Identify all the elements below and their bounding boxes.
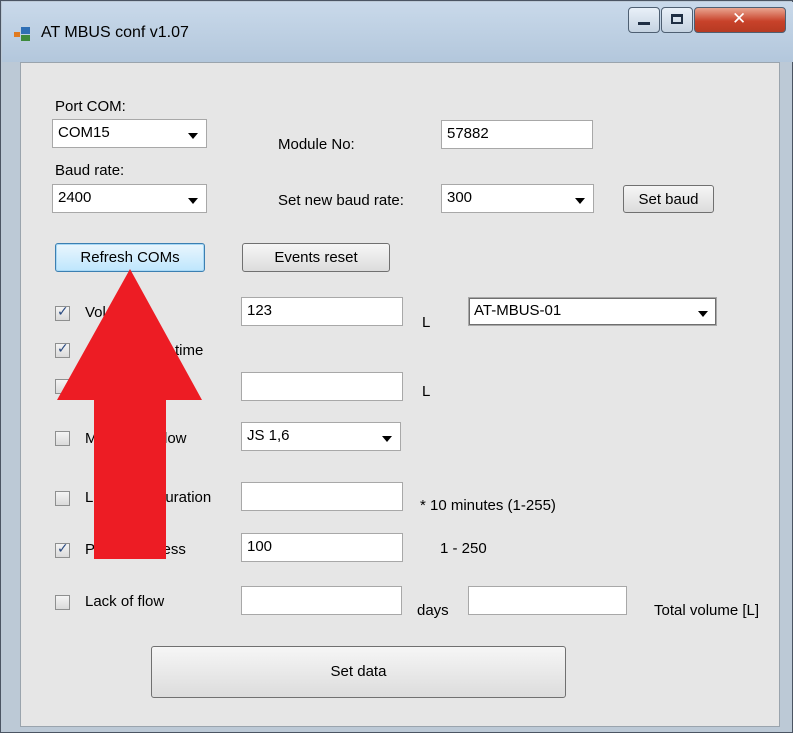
- volume-input[interactable]: 123: [241, 297, 403, 326]
- arrow-shape: [57, 269, 202, 559]
- lack-of-flow-input[interactable]: [241, 586, 402, 615]
- minimize-button[interactable]: [628, 7, 660, 33]
- close-button[interactable]: ✕: [694, 7, 786, 33]
- maximize-icon: [671, 14, 683, 24]
- new-baud-label: Set new baud rate:: [278, 192, 404, 209]
- flow-unit: L: [422, 383, 431, 400]
- baud-rate-select[interactable]: 2400: [52, 184, 207, 213]
- meter-type-select[interactable]: JS 1,6: [241, 422, 401, 451]
- close-icon: ✕: [732, 9, 747, 29]
- new-baud-select[interactable]: 300: [441, 184, 594, 213]
- lack-of-flow-unit: days: [417, 602, 449, 619]
- lack-of-flow-label: Lack of flow: [85, 593, 165, 610]
- chevron-down-icon: [382, 436, 392, 442]
- total-volume-input[interactable]: [468, 586, 627, 615]
- app-window: AT MBUS conf v1.07 ✕ Port COM: COM15 Mod…: [0, 0, 793, 733]
- port-com-label: Port COM:: [55, 98, 126, 115]
- chevron-down-icon: [188, 133, 198, 139]
- meter-type-value: JS 1,6: [247, 427, 290, 444]
- baud-rate-value: 2400: [58, 189, 92, 206]
- model-select[interactable]: AT-MBUS-01: [468, 297, 717, 326]
- events-reset-button[interactable]: Events reset: [242, 243, 390, 272]
- set-baud-button[interactable]: Set baud: [623, 185, 714, 213]
- primary-address-hint: 1 - 250: [440, 540, 487, 557]
- total-volume-label: Total volume [L]: [654, 602, 760, 619]
- red-arrow-annotation: [57, 269, 202, 559]
- module-no-input[interactable]: 57882: [441, 120, 593, 149]
- model-value: AT-MBUS-01: [474, 302, 562, 319]
- flow-input[interactable]: [241, 372, 403, 401]
- chevron-down-icon: [575, 198, 585, 204]
- duration-input[interactable]: [241, 482, 403, 511]
- primary-address-input[interactable]: 100: [241, 533, 403, 562]
- new-baud-value: 300: [447, 189, 473, 206]
- lack-of-flow-checkbox[interactable]: [55, 595, 70, 610]
- chevron-down-icon: [188, 198, 198, 204]
- module-no-label: Module No:: [278, 136, 355, 153]
- maximize-button[interactable]: [661, 7, 693, 33]
- port-com-value: COM15: [58, 124, 110, 141]
- duration-hint: * 10 minutes (1-255): [420, 497, 556, 514]
- minimize-icon: [638, 22, 650, 25]
- chevron-down-icon: [698, 311, 708, 317]
- app-icon: [14, 27, 30, 41]
- baud-rate-label: Baud rate:: [55, 162, 125, 179]
- volume-unit: L: [422, 314, 431, 331]
- set-data-button[interactable]: Set data: [151, 646, 566, 698]
- refresh-coms-button[interactable]: Refresh COMs: [55, 243, 205, 272]
- port-com-select[interactable]: COM15: [52, 119, 207, 148]
- window-title: AT MBUS conf v1.07: [41, 24, 189, 41]
